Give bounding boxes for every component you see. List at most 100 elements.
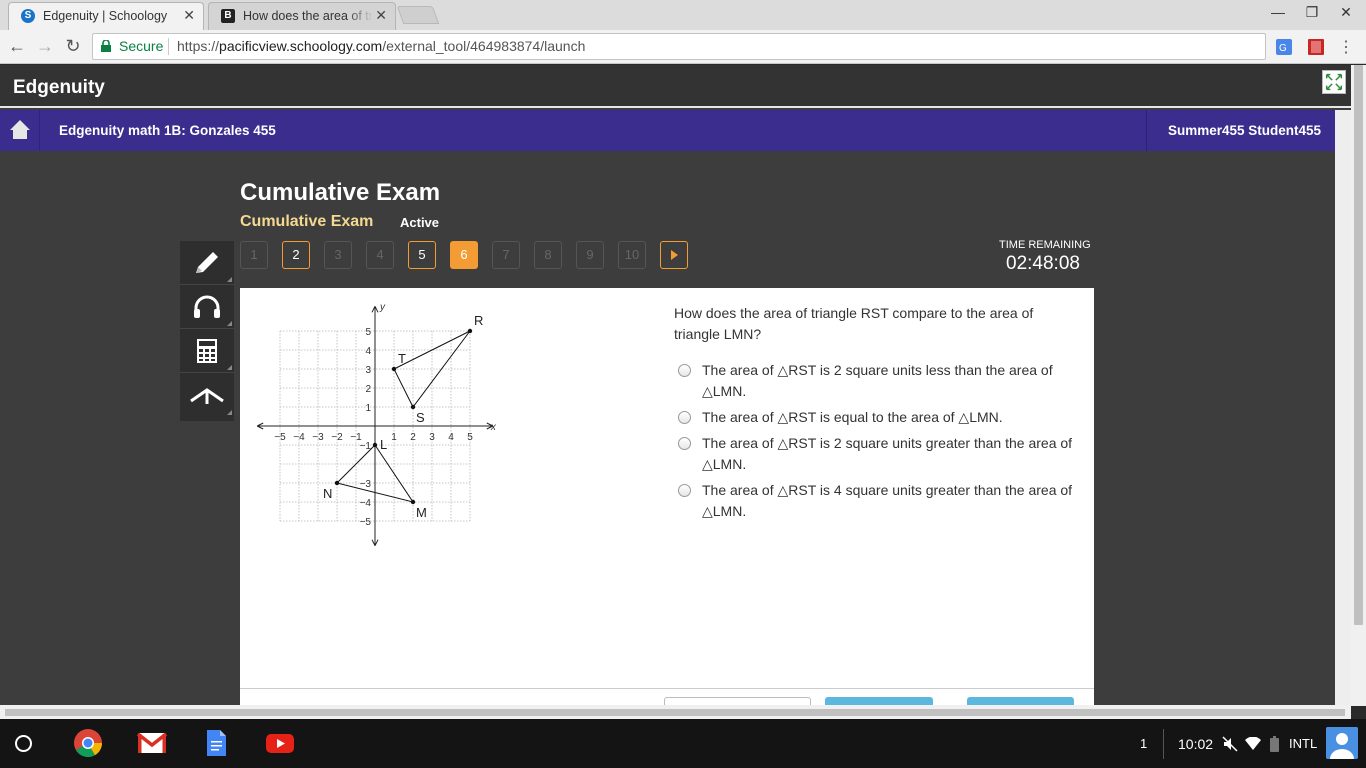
previous-button[interactable] [664, 697, 811, 705]
question-2-button[interactable]: 2 [282, 241, 310, 269]
restore-icon[interactable]: ❐ [1304, 4, 1320, 21]
back-arrow-icon[interactable]: ← [6, 36, 28, 57]
menu-icon[interactable]: ⋮ [1338, 37, 1354, 57]
close-icon[interactable]: ✕ [183, 7, 195, 24]
question-3-button[interactable]: 3 [324, 241, 352, 269]
audio-tool-button[interactable] [180, 285, 234, 329]
reload-icon[interactable]: ↻ [62, 36, 84, 57]
question-1-button[interactable]: 1 [240, 241, 268, 269]
answer-option[interactable]: The area of △RST is 2 square units great… [676, 433, 1086, 475]
course-title: Edgenuity math 1B: Gonzales 455 [59, 123, 276, 138]
edgenuity-page: Edgenuity Edgenuity math 1B: Gonzales 45… [0, 65, 1351, 705]
point-label-r: R [474, 313, 483, 328]
answer-option[interactable]: The area of △RST is equal to the area of… [676, 407, 1086, 428]
window-controls: — ❐ ✕ [1270, 4, 1354, 21]
time-remaining-value: 02:48:08 [1006, 253, 1080, 274]
close-window-icon[interactable]: ✕ [1338, 4, 1354, 21]
radio-button[interactable] [678, 484, 691, 497]
question-panel: x y −5 −4 −3 −2 −1 1 2 3 4 5 5 4 3 2 1 −1 −3 −4 −5 R T S L N M How… [240, 288, 1094, 705]
divider [1163, 729, 1164, 759]
browser-toolbar: ← → ↻ Secure https://pacificview.schoolo… [0, 30, 1366, 64]
corner-indicator [227, 321, 232, 326]
vertical-scrollbar[interactable] [1351, 65, 1366, 706]
pencil-tool-button[interactable] [180, 241, 234, 285]
answer-option[interactable]: The area of △RST is 2 square units less … [676, 360, 1086, 402]
x-tick-label: 5 [467, 432, 473, 443]
brand-bar: Edgenuity [0, 65, 1351, 108]
radio-button[interactable] [678, 411, 691, 424]
submit-button[interactable] [825, 697, 933, 705]
question-9-button[interactable]: 9 [576, 241, 604, 269]
youtube-icon[interactable] [265, 728, 295, 758]
y-axis-label: y [379, 304, 386, 313]
home-icon [10, 120, 30, 139]
question-7-button[interactable]: 7 [492, 241, 520, 269]
next-button[interactable] [967, 697, 1074, 705]
answer-text: The area of △RST is equal to the area of… [702, 409, 1003, 425]
new-tab-button[interactable] [396, 6, 440, 24]
y-tick-label: −3 [360, 479, 372, 490]
answer-text: The area of △RST is 2 square units great… [702, 435, 1073, 472]
calculator-tool-button[interactable] [180, 329, 234, 373]
course-bar: Edgenuity math 1B: Gonzales 455 Summer45… [0, 110, 1335, 151]
point-m [410, 499, 416, 505]
brand-logo: Edgenuity [13, 77, 105, 98]
bookmark-extension-icon[interactable] [1308, 39, 1324, 55]
expand-icon[interactable] [1322, 70, 1346, 94]
forward-arrow-icon[interactable]: → [34, 36, 56, 57]
launcher-icon[interactable] [15, 735, 32, 752]
y-tick-label: −4 [360, 498, 372, 509]
y-tick-label: 5 [365, 327, 371, 338]
next-question-button[interactable] [660, 241, 688, 269]
clock[interactable]: 10:02 [1178, 736, 1213, 752]
muted-icon[interactable] [1222, 736, 1238, 752]
question-4-button[interactable]: 4 [366, 241, 394, 269]
docs-icon[interactable] [201, 728, 231, 758]
input-method[interactable]: INTL [1289, 736, 1317, 751]
point-label-t: T [398, 351, 406, 366]
x-tick-label: −2 [331, 432, 343, 443]
point-label-l: L [380, 437, 387, 452]
point-label-s: S [416, 410, 425, 425]
radio-button[interactable] [678, 364, 691, 377]
pencil-icon [196, 252, 218, 273]
avatar[interactable] [1326, 727, 1358, 759]
wifi-icon[interactable] [1245, 737, 1261, 751]
user-name[interactable]: Summer455 Student455 [1168, 123, 1321, 138]
translate-icon[interactable]: G [1276, 39, 1292, 55]
y-tick-label: 2 [365, 384, 371, 395]
answer-option[interactable]: The area of △RST is 4 square units great… [676, 480, 1086, 522]
calculator-icon [197, 339, 217, 363]
browser-tab-schoology[interactable]: S Edgenuity | Schoology ✕ [8, 2, 204, 30]
coordinate-graph: xy−5 −4 −3 −2 −1 1 2 3 4 554321−1−3−4−5RTSLNM [256, 304, 497, 546]
brainly-b-icon: B [221, 9, 235, 23]
tab-title: How does the area of triangle RST [243, 9, 373, 23]
battery-icon[interactable] [1270, 736, 1279, 752]
scrollbar-thumb[interactable] [5, 709, 1345, 716]
minimize-icon[interactable]: — [1270, 4, 1286, 21]
scrollbar-thumb[interactable] [1354, 65, 1363, 625]
close-icon[interactable]: ✕ [375, 7, 387, 24]
reference-tool-button[interactable] [180, 373, 234, 417]
browser-tab-brainly[interactable]: B How does the area of triangle RST ✕ [208, 2, 396, 30]
url-path: /external_tool/464983874/launch [382, 38, 586, 54]
home-button[interactable] [0, 110, 40, 151]
question-10-button[interactable]: 10 [618, 241, 646, 269]
question-5-button[interactable]: 5 [408, 241, 436, 269]
gmail-icon[interactable] [137, 728, 167, 758]
triangle-rts [393, 330, 471, 408]
question-6-button[interactable]: 6 [450, 241, 478, 269]
address-bar[interactable]: Secure https://pacificview.schoology.com… [92, 33, 1266, 60]
divider [168, 38, 169, 55]
point-n [334, 480, 340, 486]
notification-count[interactable]: 1 [1140, 736, 1147, 751]
chrome-icon[interactable] [73, 728, 103, 758]
horizontal-scrollbar[interactable] [0, 705, 1351, 719]
corner-indicator [227, 410, 232, 415]
divider [240, 688, 1094, 689]
reference-icon [190, 388, 224, 404]
question-8-button[interactable]: 8 [534, 241, 562, 269]
url-text: https://pacificview.schoology.com/extern… [177, 34, 585, 59]
radio-button[interactable] [678, 437, 691, 450]
corner-indicator [227, 277, 232, 282]
